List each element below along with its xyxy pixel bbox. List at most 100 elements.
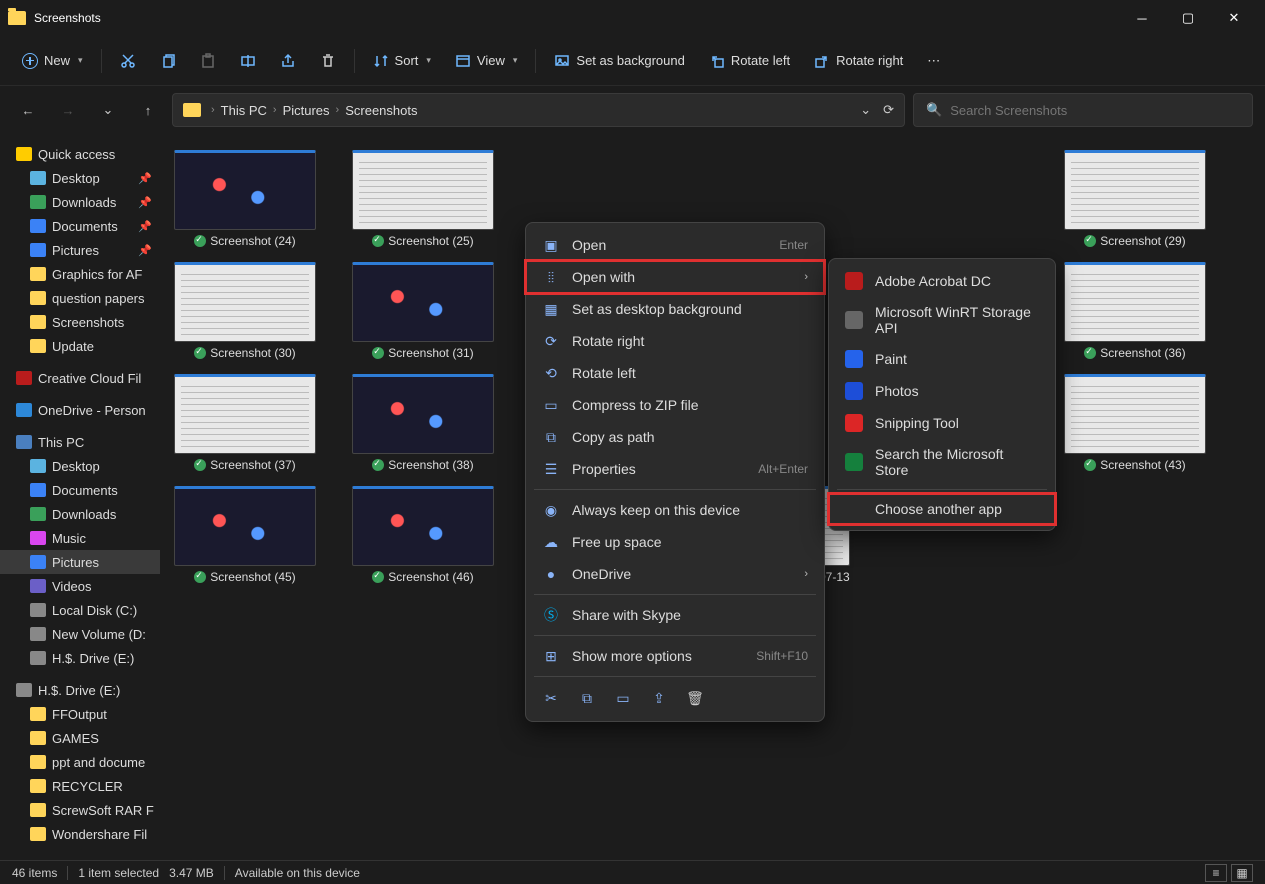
- sidebar-item-downloads[interactable]: Downloads📌: [0, 190, 160, 214]
- sidebar-e-recycler[interactable]: RECYCLER: [0, 774, 160, 798]
- rotate-right-button[interactable]: Rotate right: [804, 47, 913, 75]
- ctx-compress-zip[interactable]: ▭Compress to ZIP file: [526, 389, 824, 421]
- sidebar-item-update[interactable]: Update: [0, 334, 160, 358]
- paste-button[interactable]: [190, 47, 226, 75]
- ctx-rotate-left[interactable]: ⟲Rotate left: [526, 357, 824, 389]
- sidebar-pc-e[interactable]: H.$. Drive (E:): [0, 646, 160, 670]
- openwith-paint[interactable]: Paint: [829, 343, 1055, 375]
- sidebar-creative-cloud[interactable]: Creative Cloud Fil: [0, 366, 160, 390]
- search-input[interactable]: [950, 103, 1240, 118]
- ctx-copy-icon[interactable]: ⧉: [578, 689, 596, 707]
- sidebar-e-wondershare[interactable]: Wondershare Fil: [0, 822, 160, 846]
- sidebar-item-screenshots[interactable]: Screenshots: [0, 310, 160, 334]
- rename-button[interactable]: [230, 47, 266, 75]
- share-button[interactable]: [270, 47, 306, 75]
- ctx-always-keep[interactable]: ◉Always keep on this device: [526, 494, 824, 526]
- sidebar-pc-c[interactable]: Local Disk (C:): [0, 598, 160, 622]
- file-item[interactable]: Screenshot (36): [1060, 262, 1210, 360]
- sidebar-item-qpapers[interactable]: question papers: [0, 286, 160, 310]
- sync-icon: [194, 235, 206, 247]
- sidebar-drive-e[interactable]: H.$. Drive (E:): [0, 678, 160, 702]
- view-button[interactable]: View▾: [445, 47, 527, 75]
- sidebar-e-ffoutput[interactable]: FFOutput: [0, 702, 160, 726]
- ctx-cut-icon[interactable]: ✂: [542, 689, 560, 707]
- crumb-thispc[interactable]: This PC: [221, 103, 267, 118]
- maximize-button[interactable]: ▢: [1165, 2, 1211, 34]
- file-item[interactable]: Screenshot (30): [170, 262, 320, 360]
- delete-button[interactable]: [310, 47, 346, 75]
- forward-button[interactable]: →: [52, 94, 84, 126]
- ctx-delete-icon[interactable]: 🗑: [686, 689, 704, 707]
- sidebar-pc-desktop[interactable]: Desktop: [0, 454, 160, 478]
- ctx-free-up[interactable]: ☁Free up space: [526, 526, 824, 558]
- sidebar-pc-documents[interactable]: Documents: [0, 478, 160, 502]
- back-button[interactable]: ←: [12, 94, 44, 126]
- copy-button[interactable]: [150, 47, 186, 75]
- openwith-photos[interactable]: Photos: [829, 375, 1055, 407]
- refresh-button[interactable]: ⟳: [883, 102, 894, 118]
- ctx-properties[interactable]: ☰PropertiesAlt+Enter: [526, 453, 824, 485]
- chevron-down-icon: ▾: [78, 55, 83, 66]
- openwith-snip[interactable]: Snipping Tool: [829, 407, 1055, 439]
- sidebar-thispc[interactable]: This PC: [0, 430, 160, 454]
- sidebar-pc-d[interactable]: New Volume (D:: [0, 622, 160, 646]
- sidebar-pc-pictures[interactable]: Pictures: [0, 550, 160, 574]
- file-item[interactable]: Screenshot (29): [1060, 150, 1210, 248]
- file-item[interactable]: Screenshot (31): [348, 262, 498, 360]
- openwith-winrt[interactable]: Microsoft WinRT Storage API: [829, 297, 1055, 343]
- file-item[interactable]: Screenshot (38): [348, 374, 498, 472]
- sidebar-onedrive[interactable]: OneDrive - Person: [0, 398, 160, 422]
- file-item[interactable]: Screenshot (43): [1060, 374, 1210, 472]
- ctx-share-icon[interactable]: ⇪: [650, 689, 668, 707]
- sidebar-pc-downloads[interactable]: Downloads: [0, 502, 160, 526]
- file-item[interactable]: Screenshot (25): [348, 150, 498, 248]
- sidebar-e-ppt[interactable]: ppt and docume: [0, 750, 160, 774]
- sidebar-item-documents[interactable]: Documents📌: [0, 214, 160, 238]
- sidebar-pc-music[interactable]: Music: [0, 526, 160, 550]
- sidebar-e-games[interactable]: GAMES: [0, 726, 160, 750]
- file-item[interactable]: Screenshot (37): [170, 374, 320, 472]
- file-item[interactable]: Screenshot (24): [170, 150, 320, 248]
- ctx-rename-icon[interactable]: ▭: [614, 689, 632, 707]
- ctx-show-more[interactable]: ⊞Show more optionsShift+F10: [526, 640, 824, 672]
- ctx-onedrive[interactable]: ●OneDrive›: [526, 558, 824, 590]
- crumb-screenshots[interactable]: Screenshots: [345, 103, 417, 118]
- up-button[interactable]: ↑: [132, 94, 164, 126]
- file-item[interactable]: Screenshot (45): [170, 486, 320, 598]
- cut-button[interactable]: [110, 47, 146, 75]
- ctx-open-with[interactable]: ⦙⦙Open with›: [526, 261, 824, 293]
- openwith-store[interactable]: Search the Microsoft Store: [829, 439, 1055, 485]
- ctx-rotate-right[interactable]: ⟳Rotate right: [526, 325, 824, 357]
- address-bar[interactable]: › This PC › Pictures › Screenshots ⌄ ⟳: [172, 93, 905, 127]
- openwith-choose[interactable]: Choose another app: [829, 494, 1055, 524]
- recent-button[interactable]: ⌄: [92, 94, 124, 126]
- crumb-pictures[interactable]: Pictures: [283, 103, 330, 118]
- toolbar: New ▾ Sort▾ View▾ Set as background Rota…: [0, 36, 1265, 86]
- sidebar-item-graphics[interactable]: Graphics for AF: [0, 262, 160, 286]
- sidebar-pc-videos[interactable]: Videos: [0, 574, 160, 598]
- minimize-button[interactable]: ─: [1119, 2, 1165, 34]
- file-item[interactable]: Screenshot (46): [348, 486, 498, 598]
- ctx-copy-path[interactable]: ⧉Copy as path: [526, 421, 824, 453]
- view-details-button[interactable]: ≡: [1205, 864, 1227, 882]
- ctx-set-desktop-bg[interactable]: ▦Set as desktop background: [526, 293, 824, 325]
- more-button[interactable]: ⋯: [917, 47, 950, 75]
- set-background-button[interactable]: Set as background: [544, 47, 694, 75]
- openwith-acrobat[interactable]: Adobe Acrobat DC: [829, 265, 1055, 297]
- status-avail: Available on this device: [235, 866, 360, 880]
- address-dropdown[interactable]: ⌄: [860, 102, 871, 118]
- sidebar-e-screwsoft[interactable]: ScrewSoft RAR F: [0, 798, 160, 822]
- view-thumbs-button[interactable]: ▦: [1231, 864, 1253, 882]
- close-button[interactable]: ✕: [1211, 2, 1257, 34]
- new-button[interactable]: New ▾: [12, 47, 93, 75]
- ctx-open[interactable]: ▣OpenEnter: [526, 229, 824, 261]
- rotate-left-button[interactable]: Rotate left: [699, 47, 800, 75]
- sidebar-item-desktop[interactable]: Desktop📌: [0, 166, 160, 190]
- sort-button[interactable]: Sort▾: [363, 47, 441, 75]
- search-box[interactable]: 🔍: [913, 93, 1253, 127]
- sidebar-quick-access[interactable]: Quick access: [0, 142, 160, 166]
- ctx-share-skype[interactable]: ⓈShare with Skype: [526, 599, 824, 631]
- sidebar-item-pictures[interactable]: Pictures📌: [0, 238, 160, 262]
- file-name: Screenshot (36): [1100, 346, 1185, 360]
- status-count: 46 items: [12, 866, 57, 880]
